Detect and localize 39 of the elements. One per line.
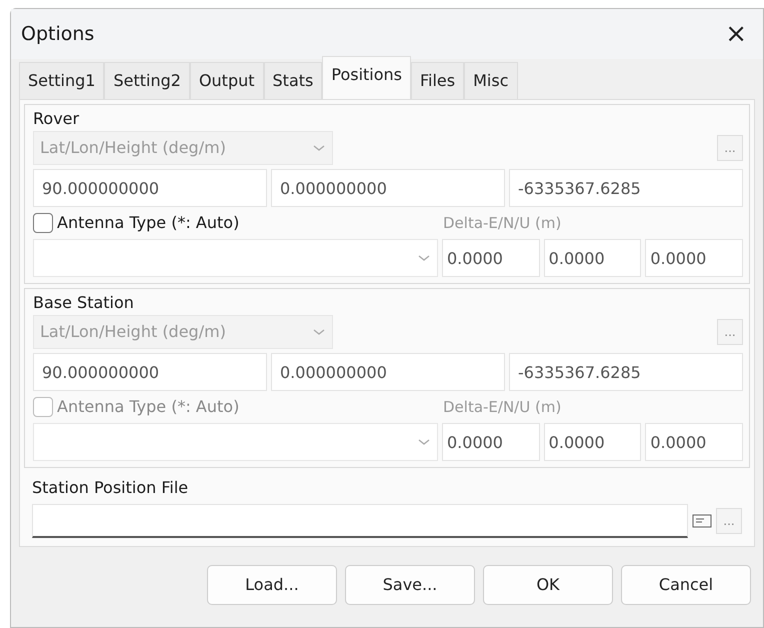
delta-field[interactable]: 0.0000 (645, 239, 744, 277)
field-label: Station Position File (32, 477, 188, 499)
dialog-button[interactable]: Cancel (621, 565, 751, 605)
delta-field[interactable]: 0.0000 (442, 239, 540, 277)
dialog-button[interactable]: Save... (345, 565, 475, 605)
tab[interactable]: Positions (322, 56, 411, 99)
coordinate-field[interactable]: 0.000000000 (271, 353, 505, 391)
dialog-button[interactable]: Load... (207, 565, 337, 605)
window-title: Options (21, 22, 94, 47)
coordinate-field[interactable]: -6335367.6285 (509, 169, 743, 207)
file-view-icon[interactable] (692, 513, 712, 529)
checkbox-label: Antenna Type (*: Auto) (57, 212, 240, 234)
coordinate-field[interactable]: 90.000000000 (33, 169, 267, 207)
chevron-icon (417, 253, 431, 263)
chevron-icon (312, 327, 326, 337)
checkbox-label: Antenna Type (*: Auto) (57, 396, 240, 418)
tab[interactable]: Output (190, 62, 264, 99)
close-button[interactable]: × (719, 21, 753, 47)
file-path-field[interactable] (32, 504, 688, 538)
tab[interactable]: Misc (464, 62, 518, 99)
coordinate-field[interactable]: 90.000000000 (33, 353, 267, 391)
group-title: Rover (33, 108, 80, 130)
delta-field[interactable]: 0.0000 (544, 239, 642, 277)
tab[interactable]: Setting1 (19, 62, 104, 99)
coordinate-field[interactable]: -6335367.6285 (509, 353, 743, 391)
delta-label: Delta-E/N/U (m) (443, 212, 562, 234)
tab[interactable]: Setting2 (104, 62, 190, 99)
tab[interactable]: Files (411, 62, 464, 99)
tab[interactable]: Stats (264, 62, 322, 99)
dialog-button[interactable]: OK (483, 565, 613, 605)
chevron-icon (312, 143, 326, 153)
group-title: Base Station (33, 292, 134, 314)
coordinate-field[interactable]: 0.000000000 (271, 169, 505, 207)
checkbox[interactable] (33, 213, 53, 233)
delta-field[interactable]: 0.0000 (544, 423, 642, 461)
delta-field[interactable]: 0.0000 (442, 423, 540, 461)
chevron-icon (417, 437, 431, 447)
delta-label: Delta-E/N/U (m) (443, 396, 562, 418)
delta-field[interactable]: 0.0000 (645, 423, 744, 461)
